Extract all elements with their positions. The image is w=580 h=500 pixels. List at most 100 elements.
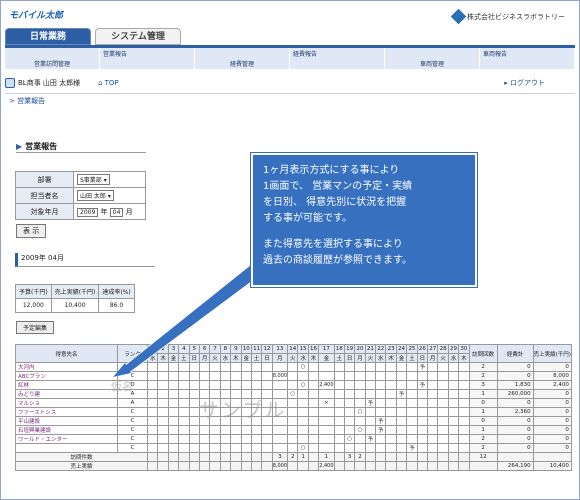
day-cell[interactable]: × bbox=[318, 398, 335, 408]
day-cell[interactable] bbox=[240, 371, 252, 381]
day-cell[interactable] bbox=[157, 443, 169, 453]
day-cell[interactable] bbox=[406, 371, 418, 381]
day-cell[interactable] bbox=[427, 434, 439, 444]
day-cell[interactable] bbox=[146, 416, 159, 426]
day-cell[interactable] bbox=[447, 434, 460, 444]
day-cell[interactable] bbox=[447, 407, 460, 417]
day-cell[interactable]: 予 bbox=[416, 362, 429, 372]
day-cell[interactable]: ○ bbox=[297, 380, 309, 390]
day-cell[interactable] bbox=[157, 389, 169, 399]
subnav-expense-manage[interactable]: 経費管理 bbox=[195, 48, 290, 69]
day-cell[interactable] bbox=[343, 416, 356, 426]
day-cell[interactable] bbox=[375, 371, 387, 381]
day-cell[interactable] bbox=[416, 398, 429, 408]
customer-name-link[interactable]: みどり建 bbox=[15, 389, 118, 399]
day-cell[interactable] bbox=[458, 434, 470, 444]
day-cell[interactable] bbox=[406, 434, 418, 444]
day-cell[interactable] bbox=[146, 371, 159, 381]
day-cell[interactable] bbox=[333, 389, 345, 399]
day-cell[interactable] bbox=[261, 416, 273, 426]
day-cell[interactable] bbox=[209, 371, 221, 381]
day-cell[interactable] bbox=[261, 362, 273, 372]
day-cell[interactable] bbox=[230, 398, 242, 408]
day-cell[interactable] bbox=[157, 434, 169, 444]
day-cell[interactable] bbox=[406, 380, 418, 390]
day-cell[interactable] bbox=[307, 416, 320, 426]
day-cell[interactable] bbox=[406, 407, 418, 417]
day-cell[interactable] bbox=[250, 443, 263, 453]
day-cell[interactable] bbox=[297, 434, 309, 444]
day-cell[interactable] bbox=[250, 380, 263, 390]
customer-name-link[interactable]: 平山建設 bbox=[15, 416, 118, 426]
day-cell[interactable] bbox=[219, 362, 232, 372]
day-cell[interactable] bbox=[157, 371, 169, 381]
day-cell[interactable] bbox=[437, 434, 449, 444]
day-cell[interactable] bbox=[271, 362, 289, 372]
day-cell[interactable] bbox=[271, 425, 289, 435]
day-cell[interactable] bbox=[240, 389, 252, 399]
day-cell[interactable] bbox=[318, 434, 335, 444]
day-cell[interactable] bbox=[395, 434, 408, 444]
day-cell[interactable] bbox=[447, 425, 460, 435]
day-cell[interactable] bbox=[209, 425, 221, 435]
day-cell[interactable] bbox=[364, 362, 377, 372]
day-cell[interactable] bbox=[198, 434, 211, 444]
day-cell[interactable] bbox=[146, 398, 159, 408]
day-cell[interactable] bbox=[198, 362, 211, 372]
day-cell[interactable] bbox=[286, 407, 299, 417]
day-cell[interactable] bbox=[307, 389, 320, 399]
day-cell[interactable] bbox=[385, 389, 397, 399]
day-cell[interactable] bbox=[427, 416, 439, 426]
day-cell[interactable] bbox=[343, 398, 356, 408]
day-cell[interactable] bbox=[333, 443, 345, 453]
subnav-sales-visit[interactable]: 営業訪問管理 bbox=[5, 48, 100, 69]
day-cell[interactable] bbox=[167, 371, 180, 381]
day-cell[interactable]: ○ bbox=[297, 443, 309, 453]
day-cell[interactable] bbox=[364, 407, 377, 417]
day-cell[interactable] bbox=[364, 371, 377, 381]
day-cell[interactable]: ○ bbox=[297, 362, 309, 372]
day-cell[interactable] bbox=[318, 362, 335, 372]
day-cell[interactable] bbox=[167, 434, 180, 444]
day-cell[interactable] bbox=[447, 443, 460, 453]
day-cell[interactable] bbox=[447, 416, 460, 426]
day-cell[interactable] bbox=[458, 362, 470, 372]
day-cell[interactable] bbox=[157, 362, 169, 372]
customer-name-link[interactable] bbox=[15, 443, 118, 453]
customer-name-link[interactable]: 紅林 bbox=[15, 380, 118, 390]
day-cell[interactable] bbox=[416, 434, 429, 444]
dept-select[interactable]: S事業部 ▾ bbox=[77, 174, 110, 185]
day-cell[interactable] bbox=[198, 425, 211, 435]
day-cell[interactable] bbox=[364, 425, 377, 435]
day-cell[interactable] bbox=[318, 407, 335, 417]
day-cell[interactable] bbox=[250, 398, 263, 408]
day-cell[interactable]: 予 bbox=[364, 434, 377, 444]
day-cell[interactable] bbox=[354, 371, 366, 381]
day-cell[interactable] bbox=[375, 389, 387, 399]
table-row[interactable]: ABCプラン C 8,000 2 0 8,000 bbox=[15, 371, 572, 381]
day-cell[interactable] bbox=[458, 407, 470, 417]
day-cell[interactable] bbox=[447, 398, 460, 408]
day-cell[interactable] bbox=[198, 416, 211, 426]
day-cell[interactable] bbox=[307, 443, 320, 453]
day-cell[interactable] bbox=[188, 371, 200, 381]
table-row[interactable]: C ○ 予 2 0 0 bbox=[15, 443, 572, 453]
day-cell[interactable] bbox=[437, 398, 449, 408]
top-link[interactable]: ⌂ TOP bbox=[98, 79, 118, 87]
day-cell[interactable] bbox=[406, 362, 418, 372]
day-cell[interactable] bbox=[219, 416, 232, 426]
day-cell[interactable] bbox=[146, 443, 159, 453]
day-cell[interactable] bbox=[385, 407, 397, 417]
day-cell[interactable] bbox=[458, 389, 470, 399]
day-cell[interactable] bbox=[188, 416, 200, 426]
day-cell[interactable] bbox=[416, 371, 429, 381]
day-cell[interactable] bbox=[240, 443, 252, 453]
day-cell[interactable] bbox=[286, 398, 299, 408]
table-row[interactable]: 石垣興業建設 C ○ 予 1 0 0 bbox=[15, 425, 572, 435]
day-cell[interactable]: 予 bbox=[416, 380, 429, 390]
day-cell[interactable] bbox=[271, 416, 289, 426]
subnav-vehicle-report[interactable]: 車両報告 bbox=[480, 48, 575, 69]
table-row[interactable]: 平山建設 C 予 0 0 0 bbox=[15, 416, 572, 426]
day-cell[interactable] bbox=[427, 371, 439, 381]
day-cell[interactable] bbox=[250, 362, 263, 372]
